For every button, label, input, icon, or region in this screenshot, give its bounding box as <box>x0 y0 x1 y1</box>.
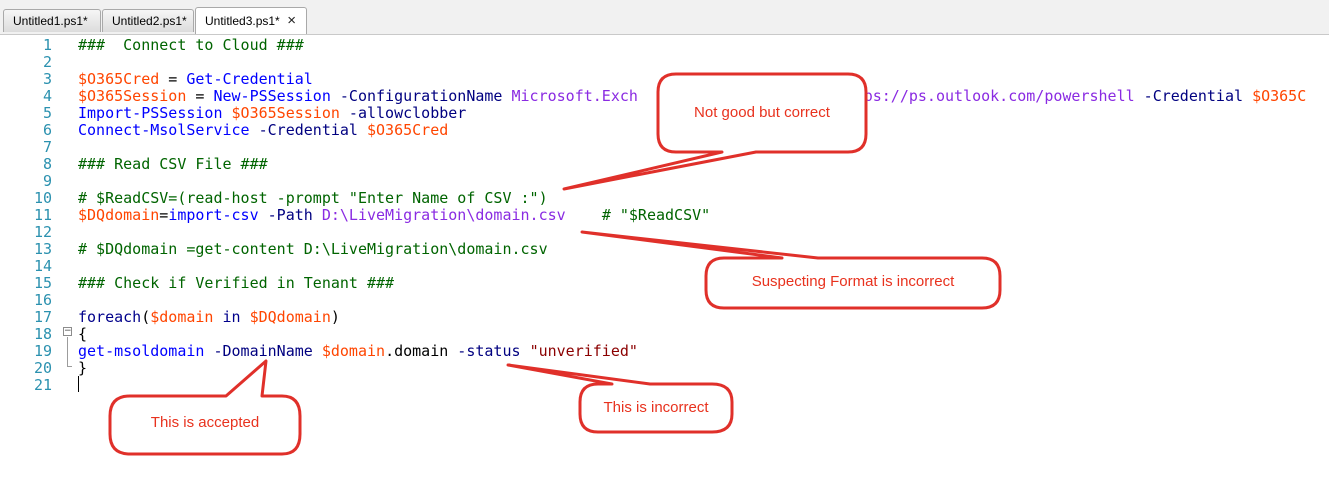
callout-text-not-good: Not good but correct <box>694 104 830 121</box>
callout-text-incorrect: This is incorrect <box>603 399 709 416</box>
callout-bubble-not-good <box>562 72 868 191</box>
callout-bubble-format <box>580 230 1002 310</box>
callout-text-format: Suspecting Format is incorrect <box>751 273 955 290</box>
callout-text-accepted: This is accepted <box>150 414 260 431</box>
callout-bubble-accepted <box>108 359 302 456</box>
